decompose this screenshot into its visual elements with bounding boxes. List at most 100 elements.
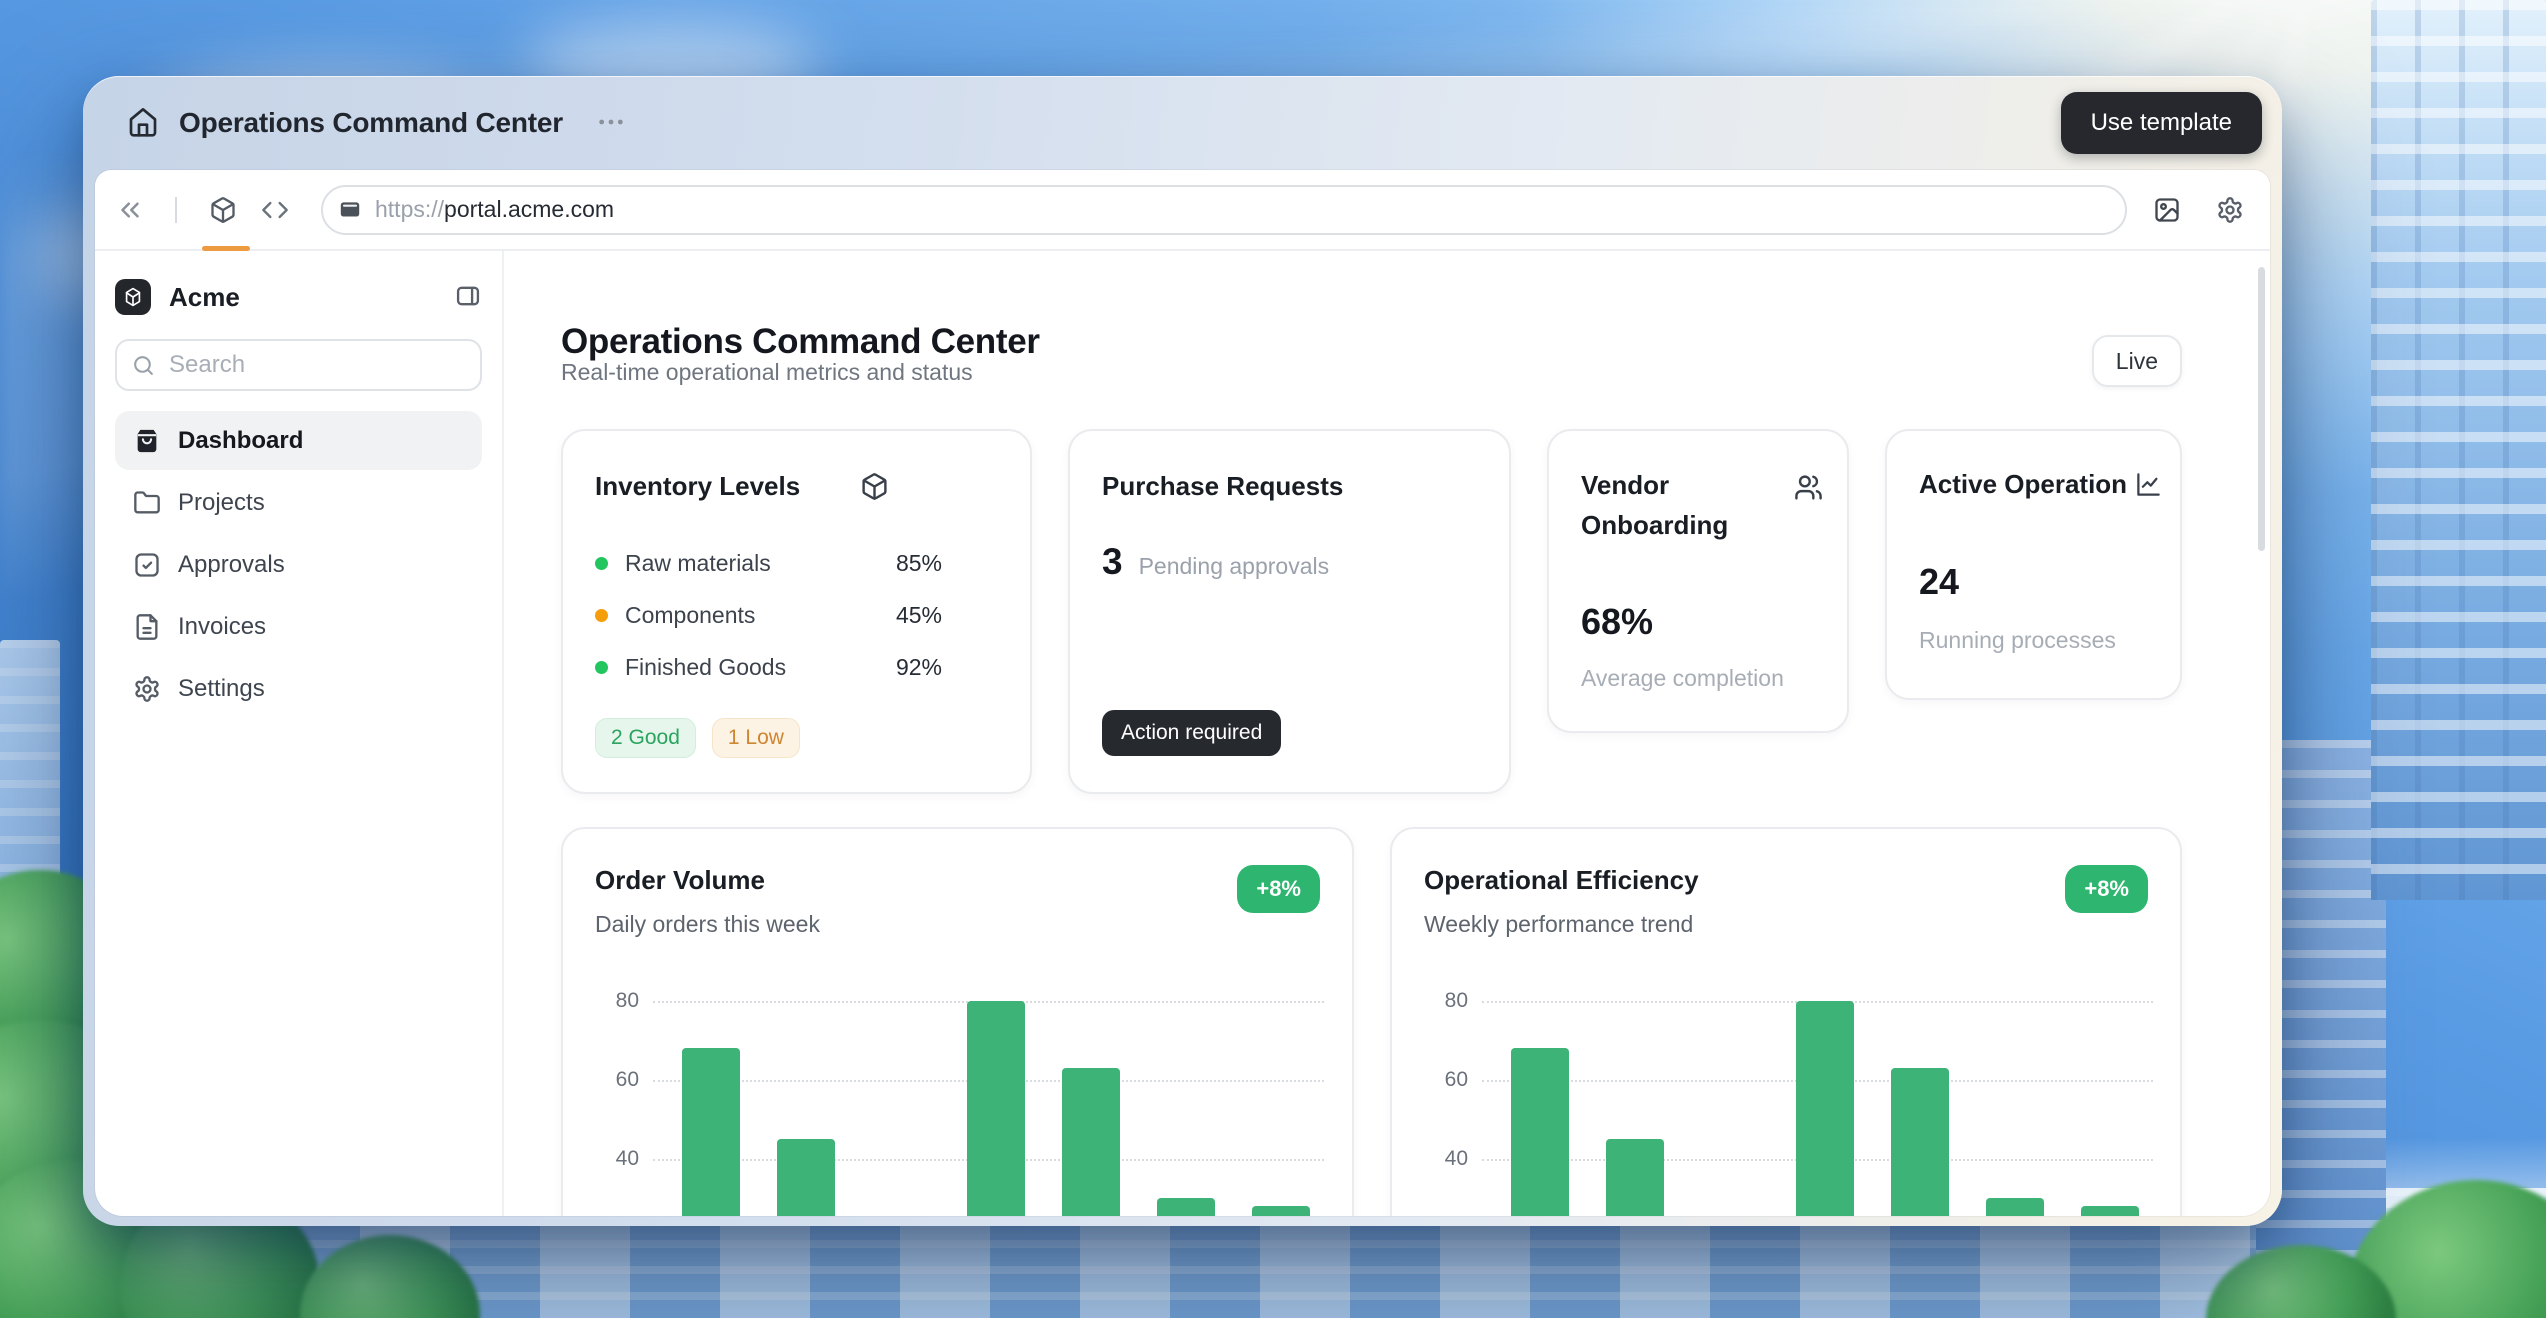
ellipsis-icon	[595, 106, 627, 138]
dashboard-page: Operations Command Center Real-time oper…	[504, 251, 2270, 1216]
bar-chart: 80 60 40	[595, 961, 1324, 1216]
check-square-icon	[133, 551, 161, 579]
chart-bar	[1986, 1198, 2044, 1216]
row-label: Raw materials	[625, 550, 771, 577]
chart-title: Operational Efficiency	[1424, 865, 1699, 896]
chart-bar	[1062, 1068, 1120, 1216]
search-box	[115, 339, 482, 391]
card-header: Inventory Levels	[595, 471, 889, 502]
active-operations-card: Active Operations 24 Running processes	[1885, 429, 2182, 700]
y-axis-tick-label: 80	[595, 987, 639, 1015]
browser-toolbar: https://portal.acme.com	[95, 170, 2270, 251]
ellipsis-menu-button[interactable]	[595, 106, 627, 141]
trend-badge: +8%	[2065, 865, 2148, 913]
toolbar-divider	[175, 197, 177, 223]
sidebar-item-label: Settings	[178, 675, 265, 703]
brand-row: Acme	[115, 275, 482, 319]
line-chart-icon	[2135, 471, 2162, 498]
chart-bar	[682, 1048, 740, 1216]
code-icon	[261, 196, 289, 224]
row-value: 92%	[896, 654, 942, 681]
code-view-button[interactable]	[261, 196, 289, 224]
bar-chart: 806040	[1424, 961, 2153, 1216]
brand-name: Acme	[169, 282, 240, 313]
metric-caption: Average completion	[1581, 665, 1784, 692]
sidebar-item-label: Projects	[178, 489, 265, 517]
row-label: Finished Goods	[625, 654, 786, 681]
chart-bar	[1252, 1206, 1310, 1216]
chart-bar	[1157, 1198, 1215, 1216]
metric-value: 68%	[1581, 601, 1653, 643]
chart-bar	[1606, 1139, 1664, 1216]
home-button[interactable]	[123, 103, 163, 143]
purchase-requests-card: Purchase Requests 3 Pending approvals Ac…	[1068, 429, 1511, 794]
use-template-button[interactable]: Use template	[2061, 92, 2262, 154]
sidebar-item-label: Invoices	[178, 613, 266, 641]
list-item: Finished Goods 92%	[595, 641, 942, 693]
search-input[interactable]	[115, 339, 482, 391]
sidebar-item-approvals[interactable]: Approvals	[115, 535, 482, 594]
list-item: Raw materials 85%	[595, 537, 942, 589]
browser-content: Acme Dashboar	[95, 251, 2270, 1216]
y-axis-tick-label: 40	[1424, 1145, 1468, 1173]
url-host: portal.acme.com	[444, 196, 614, 223]
page-title: Operations Command Center	[561, 322, 1040, 362]
sidebar-item-label: Dashboard	[178, 427, 303, 455]
scrollbar[interactable]	[2258, 267, 2265, 551]
package-icon	[860, 472, 889, 501]
url-bar[interactable]: https://portal.acme.com	[321, 185, 2127, 235]
sidebar-item-projects[interactable]: Projects	[115, 473, 482, 532]
order-volume-chart-card: Order Volume Daily orders this week +8% …	[561, 827, 1354, 1216]
chart-bar	[1891, 1068, 1949, 1216]
chart-bar	[1796, 1001, 1854, 1217]
chart-bar	[777, 1139, 835, 1216]
row-value: 45%	[896, 602, 942, 629]
status-badge-good: 2 Good	[595, 718, 696, 758]
file-text-icon	[133, 613, 161, 641]
y-axis-tick-label: 60	[1424, 1066, 1468, 1094]
card-title: Active Operations	[1919, 469, 2127, 500]
cube-icon	[122, 286, 144, 308]
row-label: Components	[625, 602, 755, 629]
sidebar: Acme Dashboar	[95, 251, 504, 1216]
sidebar-item-label: Approvals	[178, 551, 285, 579]
metric-row: 3 Pending approvals	[1102, 541, 1329, 583]
screenshot-button[interactable]	[2153, 196, 2181, 224]
settings-button[interactable]	[2216, 196, 2244, 224]
browser-panel: https://portal.acme.com Acme	[95, 170, 2270, 1216]
chart-title: Order Volume	[595, 865, 765, 896]
browser-icon	[337, 197, 363, 223]
search-icon	[131, 353, 156, 378]
package-icon	[209, 196, 237, 224]
inventory-levels-card: Inventory Levels Raw materials 85%	[561, 429, 1032, 794]
metric-caption: Running processes	[1919, 627, 2116, 654]
operational-efficiency-chart-card: Operational Efficiency Weekly performanc…	[1390, 827, 2182, 1216]
list-item: Components 45%	[595, 589, 942, 641]
vendor-onboarding-card: Vendor Onboarding 68% Average completion	[1547, 429, 1849, 733]
page-subtitle: Real-time operational metrics and status	[561, 359, 973, 386]
building	[2371, 0, 2546, 900]
panel-toggle-button[interactable]	[454, 282, 482, 313]
bag-icon	[133, 427, 161, 455]
gear-icon	[2216, 196, 2244, 224]
sidebar-item-settings[interactable]: Settings	[115, 659, 482, 718]
status-dot	[595, 661, 608, 674]
y-axis-tick-label: 60	[595, 1066, 639, 1094]
sidebar-item-invoices[interactable]: Invoices	[115, 597, 482, 656]
acme-logo	[115, 279, 151, 315]
y-axis-tick-label: 40	[595, 1145, 639, 1173]
chart-bar	[1511, 1048, 1569, 1216]
sidebar-item-dashboard[interactable]: Dashboard	[115, 411, 482, 470]
desktop: Operations Command Center Use template	[0, 0, 2546, 1318]
chart-subtitle: Weekly performance trend	[1424, 911, 1693, 938]
components-tab-button[interactable]	[209, 196, 237, 224]
inventory-rows: Raw materials 85% Components 45% Finishe…	[595, 537, 942, 693]
status-dot	[595, 557, 608, 570]
trend-badge: +8%	[1237, 865, 1320, 913]
card-title: Vendor Onboarding	[1581, 465, 1759, 545]
status-badge-low: 1 Low	[712, 718, 800, 758]
folder-icon	[133, 489, 161, 517]
panel-layout-icon	[454, 282, 482, 310]
collapse-toolbar-button[interactable]	[115, 195, 145, 225]
action-required-badge[interactable]: Action required	[1102, 710, 1281, 756]
